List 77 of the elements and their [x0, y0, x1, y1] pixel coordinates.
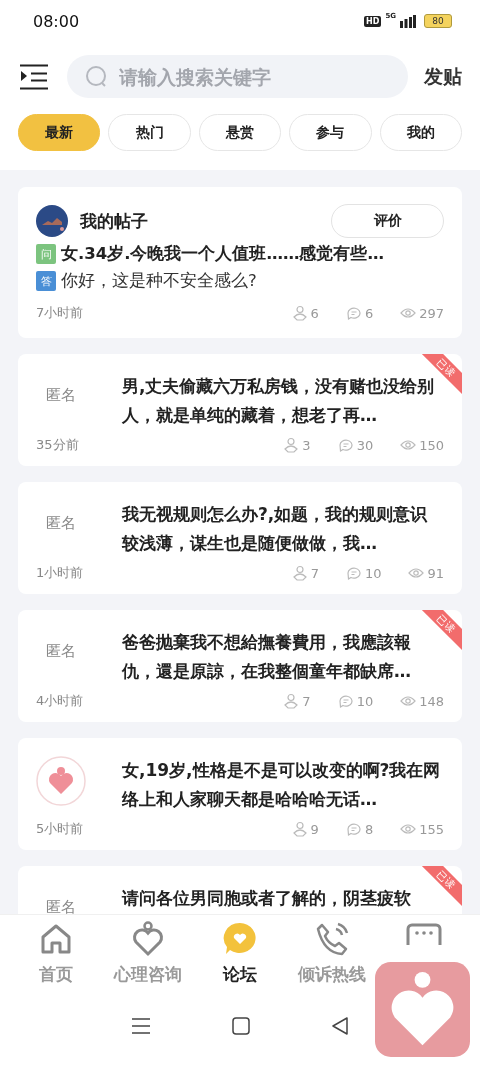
nav-tab[interactable]: 论坛	[194, 921, 286, 1029]
view-count: 155	[419, 821, 444, 837]
menu-icon[interactable]	[19, 63, 49, 90]
comment-count: 10	[356, 693, 374, 709]
chat-icon	[345, 821, 362, 837]
filter-tab[interactable]: 悬赏	[198, 114, 282, 151]
eye-icon	[400, 821, 417, 837]
heart-person-icon	[130, 921, 166, 957]
post-title: 男,丈夫偷藏六万私房钱，没有赌也没给别人，就是单纯的藏着，想老了再…	[122, 375, 436, 427]
like-count: 7	[310, 565, 319, 581]
author-name: 匿名	[46, 898, 76, 914]
like-count: 7	[302, 693, 311, 709]
battery-icon: 80	[424, 14, 452, 28]
eye-icon	[400, 437, 417, 453]
home-icon[interactable]	[232, 1017, 250, 1035]
my-post-card[interactable]: 我的帖子 评价 问 女.34岁.今晚我一个人值班……感觉有些… 答 你好，这是种不安全感么? 7小时前 6 6 297	[18, 187, 462, 338]
status-time: 08:00	[33, 11, 80, 31]
post-title: 我无视规则怎么办?,如题，我的规则意识较浅薄，谋生也是随便做做，我…	[122, 503, 429, 555]
answer-text: 你好，这是种不安全感么?	[61, 270, 257, 292]
post-card[interactable]: 已读 匿名 请问各位男同胞或者了解的，阴茎疲软	[18, 866, 462, 914]
post-title: 请问各位男同胞或者了解的，阴茎疲软	[122, 887, 412, 910]
post-title: 爸爸抛棄我不想給撫養費用，我應該報仇，還是原諒，在我整個童年都缺席…	[122, 631, 412, 683]
post-title: 女,19岁,性格是不是可以改变的啊?我在网络上和人家聊天都是哈哈哈无话…	[122, 759, 442, 811]
filter-tab[interactable]: 我的	[379, 114, 463, 151]
question-text: 女.34岁.今晚我一个人值班……感觉有些…	[61, 243, 384, 265]
post-card[interactable]: 女,19岁,性格是不是可以改变的啊?我在网络上和人家聊天都是哈哈哈无话… 5小时前 9 8 155	[18, 738, 462, 850]
eye-icon	[400, 693, 417, 709]
comment-count: 6	[364, 305, 374, 321]
chat-icon	[337, 693, 354, 709]
person-icon	[283, 693, 300, 709]
view-count: 148	[419, 693, 444, 709]
post-time: 1小时前	[36, 564, 84, 582]
back-icon[interactable]	[331, 1017, 350, 1035]
my-posts-title: 我的帖子	[80, 209, 149, 233]
rate-button[interactable]: 评价	[331, 204, 444, 238]
view-count: 297	[419, 305, 444, 321]
phone-icon	[314, 921, 350, 957]
signal-icon	[400, 14, 416, 28]
message-icon	[406, 921, 442, 945]
person-icon	[291, 821, 308, 837]
post-card[interactable]: 已读 匿名 爸爸抛棄我不想給撫養費用，我應該報仇，還是原諒，在我整個童年都缺席… 4小时前 7 10 148	[18, 610, 462, 722]
post-time: 7小时前	[36, 304, 84, 322]
filter-tab[interactable]: 参与	[289, 114, 372, 151]
chat-icon	[345, 305, 362, 321]
author-name: 匿名	[46, 514, 76, 533]
post-card[interactable]: 匿名 我无视规则怎么办?,如题，我的规则意识较浅薄，谋生也是随便做做，我… 1小时前 7 10 91	[18, 482, 462, 594]
comment-count: 8	[364, 821, 374, 837]
person-icon	[291, 305, 308, 321]
eye-icon	[400, 305, 417, 321]
question-tag: 问	[36, 244, 56, 264]
search-field[interactable]: 请输入搜索关键字	[67, 55, 408, 98]
view-count: 91	[427, 565, 444, 581]
answer-tag: 答	[36, 271, 56, 291]
author-name: 匿名	[46, 642, 76, 661]
post-time: 35分前	[36, 436, 79, 454]
eye-icon	[408, 565, 425, 581]
search-icon	[85, 65, 109, 89]
comment-count: 30	[356, 437, 374, 453]
post-card[interactable]: 已读 匿名 男,丈夫偷藏六万私房钱，没有赌也没给别人，就是单纯的藏着，想老了再… 35分前 3 30 150	[18, 354, 462, 466]
person-icon	[283, 437, 300, 453]
chat-heart-icon	[222, 921, 258, 957]
filter-tab[interactable]: 最新	[18, 114, 101, 151]
like-count: 9	[310, 821, 319, 837]
hd-badge: HD	[364, 15, 382, 27]
chat-icon	[345, 565, 362, 581]
heart-avatar-icon	[36, 756, 86, 806]
filter-tab[interactable]: 热门	[108, 114, 191, 151]
post-time: 5小时前	[36, 820, 84, 838]
person-icon	[291, 565, 308, 581]
chat-icon	[337, 437, 354, 453]
like-count: 3	[302, 437, 311, 453]
like-count: 6	[310, 305, 319, 321]
comment-count: 10	[364, 565, 382, 581]
post-time: 4小时前	[36, 692, 84, 710]
post-button[interactable]: 发贴	[424, 63, 462, 90]
author-name: 匿名	[46, 386, 76, 405]
view-count: 150	[419, 437, 444, 453]
